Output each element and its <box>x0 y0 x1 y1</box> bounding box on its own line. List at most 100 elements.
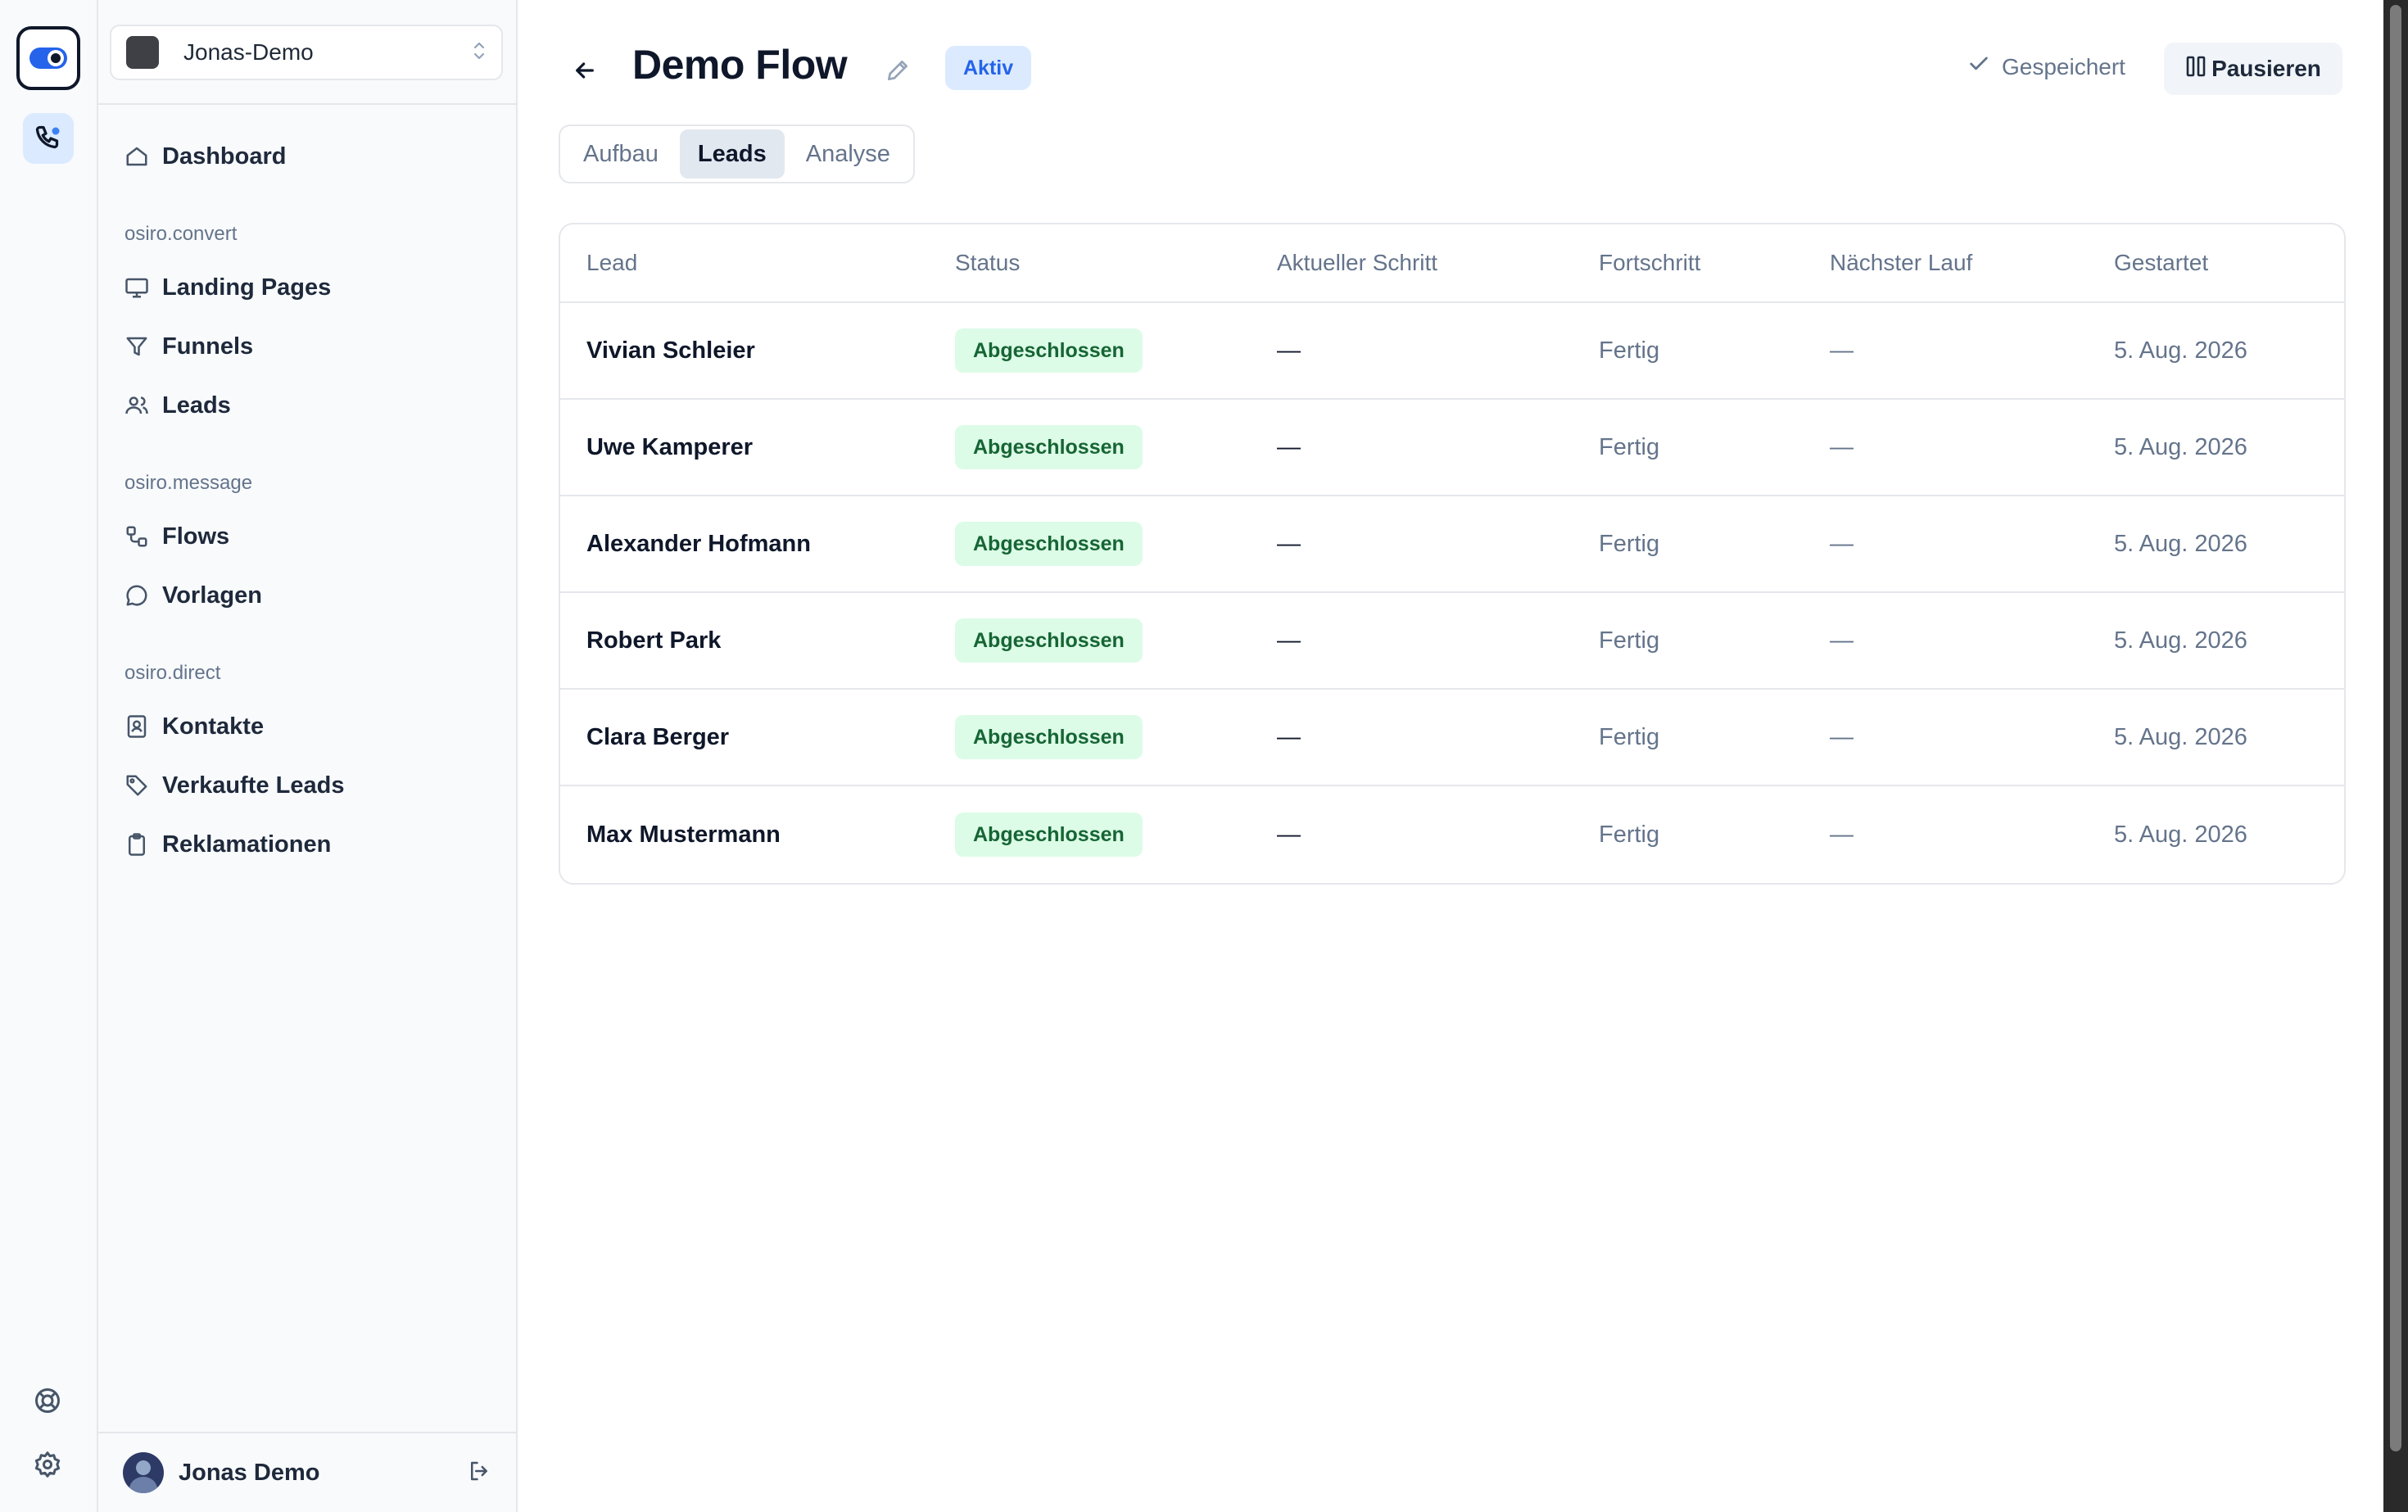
started-date: 5. Aug. 2026 <box>2114 337 2247 364</box>
next-run: — <box>1830 821 1854 848</box>
column-header-current-step[interactable]: Aktueller Schritt <box>1251 250 1573 276</box>
icon-rail <box>0 0 98 1512</box>
progress: Fertig <box>1599 433 1660 460</box>
leads-table: Lead Status Aktueller Schritt Fortschrit… <box>559 223 2346 885</box>
sidebar-item-label: Vorlagen <box>162 582 262 609</box>
lead-name: Clara Berger <box>586 723 730 750</box>
workspace-name: Jonas-Demo <box>183 39 314 65</box>
edit-pencil-icon[interactable] <box>880 52 916 88</box>
table-row[interactable]: Max Mustermann Abgeschlossen — Fertig — … <box>560 786 2344 883</box>
clipboard-icon <box>123 831 151 858</box>
next-run: — <box>1830 627 1854 654</box>
sidebar-item-kontakte[interactable]: Kontakte <box>123 706 264 747</box>
view-tabs: Aufbau Leads Analyse <box>559 124 915 183</box>
sidebar-item-funnels[interactable]: Funnels <box>123 326 253 367</box>
started-date: 5. Aug. 2026 <box>2114 821 2247 848</box>
next-run: — <box>1830 723 1854 750</box>
saved-indicator: Gespeichert <box>1967 52 2125 81</box>
column-header-next-run[interactable]: Nächster Lauf <box>1804 250 2088 276</box>
lead-name: Vivian Schleier <box>586 337 755 364</box>
pause-icon <box>2185 55 2207 84</box>
sidebar-item-label: Landing Pages <box>162 274 332 301</box>
flow-route-icon <box>123 523 151 550</box>
next-run: — <box>1830 530 1854 557</box>
sidebar-item-verkaufte-leads[interactable]: Verkaufte Leads <box>123 765 344 806</box>
table-row[interactable]: Robert Park Abgeschlossen — Fertig — 5. … <box>560 593 2344 690</box>
table-row[interactable]: Clara Berger Abgeschlossen — Fertig — 5.… <box>560 690 2344 786</box>
workspace-avatar <box>126 36 159 69</box>
users-icon <box>123 392 151 419</box>
sidebar-item-leads[interactable]: Leads <box>123 385 231 426</box>
current-step: — <box>1277 627 1301 654</box>
started-date: 5. Aug. 2026 <box>2114 530 2247 557</box>
status-badge: Abgeschlossen <box>955 813 1143 857</box>
started-date: 5. Aug. 2026 <box>2114 433 2247 460</box>
user-name: Jonas Demo <box>179 1459 320 1486</box>
back-arrow-icon[interactable] <box>567 52 603 88</box>
avatar[interactable] <box>123 1452 164 1493</box>
app-logo-icon[interactable] <box>16 26 80 90</box>
next-run: — <box>1830 433 1854 460</box>
progress: Fertig <box>1599 337 1660 364</box>
sidebar-item-dashboard[interactable]: Dashboard <box>123 136 286 177</box>
column-header-progress[interactable]: Fortschritt <box>1573 250 1804 276</box>
sidebar-item-label: Kontakte <box>162 713 265 740</box>
table-row[interactable]: Vivian Schleier Abgeschlossen — Fertig —… <box>560 303 2344 400</box>
progress: Fertig <box>1599 723 1660 750</box>
sidebar-item-label: Leads <box>162 392 231 419</box>
section-title-convert: osiro.convert <box>124 223 238 245</box>
sidebar-item-vorlagen[interactable]: Vorlagen <box>123 575 262 616</box>
sidebar-divider <box>98 103 516 105</box>
column-header-lead[interactable]: Lead <box>560 250 929 276</box>
section-title-direct: osiro.direct <box>124 662 221 684</box>
current-step: — <box>1277 723 1301 750</box>
user-profile: Jonas Demo <box>98 1432 516 1512</box>
current-step: — <box>1277 821 1301 848</box>
workspace-switcher[interactable]: Jonas-Demo <box>110 25 503 80</box>
message-bubble-icon <box>123 582 151 609</box>
lead-name: Max Mustermann <box>586 821 781 848</box>
table-header: Lead Status Aktueller Schritt Fortschrit… <box>560 224 2344 303</box>
sidebar-item-label: Verkaufte Leads <box>162 772 345 799</box>
lead-name: Alexander Hofmann <box>586 530 811 557</box>
status-badge: Aktiv <box>945 46 1032 90</box>
table-row[interactable]: Alexander Hofmann Abgeschlossen — Fertig… <box>560 496 2344 593</box>
logout-icon[interactable] <box>467 1459 491 1487</box>
lead-name: Uwe Kamperer <box>586 433 754 460</box>
tab-analyse[interactable]: Analyse <box>788 129 908 179</box>
started-date: 5. Aug. 2026 <box>2114 627 2247 654</box>
sidebar-item-flows[interactable]: Flows <box>123 516 229 557</box>
progress: Fertig <box>1599 627 1660 654</box>
pause-button[interactable]: Pausieren <box>2164 43 2342 95</box>
status-badge: Abgeschlossen <box>955 425 1143 469</box>
pause-label: Pausieren <box>2211 56 2321 81</box>
sidebar-item-label: Reklamationen <box>162 831 332 858</box>
help-lifebuoy-icon[interactable] <box>31 1384 64 1417</box>
sidebar: Jonas-Demo Dashboard osiro.convert Landi… <box>98 0 518 1512</box>
phone-icon[interactable] <box>23 113 74 164</box>
progress: Fertig <box>1599 821 1660 848</box>
tab-leads[interactable]: Leads <box>679 129 785 179</box>
settings-gear-icon[interactable] <box>31 1448 64 1481</box>
status-badge: Abgeschlossen <box>955 618 1143 663</box>
status-badge: Abgeschlossen <box>955 522 1143 566</box>
current-step: — <box>1277 337 1301 364</box>
app-window: Jonas-Demo Dashboard osiro.convert Landi… <box>0 0 2408 1512</box>
sidebar-item-label: Dashboard <box>162 143 287 170</box>
scrollbar-thumb[interactable] <box>2390 5 2401 1451</box>
lead-name: Robert Park <box>586 627 722 654</box>
table-row[interactable]: Uwe Kamperer Abgeschlossen — Fertig — 5.… <box>560 400 2344 496</box>
sidebar-item-landing-pages[interactable]: Landing Pages <box>123 267 331 308</box>
column-header-status[interactable]: Status <box>929 250 1251 276</box>
next-run: — <box>1830 337 1854 364</box>
progress: Fertig <box>1599 530 1660 557</box>
saved-label: Gespeichert <box>2002 53 2125 79</box>
scrollbar[interactable] <box>2383 0 2408 1512</box>
sidebar-item-reklamationen[interactable]: Reklamationen <box>123 824 331 865</box>
chevron-up-down-icon <box>472 40 487 66</box>
main-content: Demo Flow Aktiv Gespeichert Pausieren Au… <box>518 0 2408 1512</box>
filter-funnel-icon <box>123 333 151 360</box>
column-header-started[interactable]: Gestartet <box>2088 250 2344 276</box>
check-icon <box>1967 52 1990 81</box>
tab-aufbau[interactable]: Aufbau <box>565 129 677 179</box>
